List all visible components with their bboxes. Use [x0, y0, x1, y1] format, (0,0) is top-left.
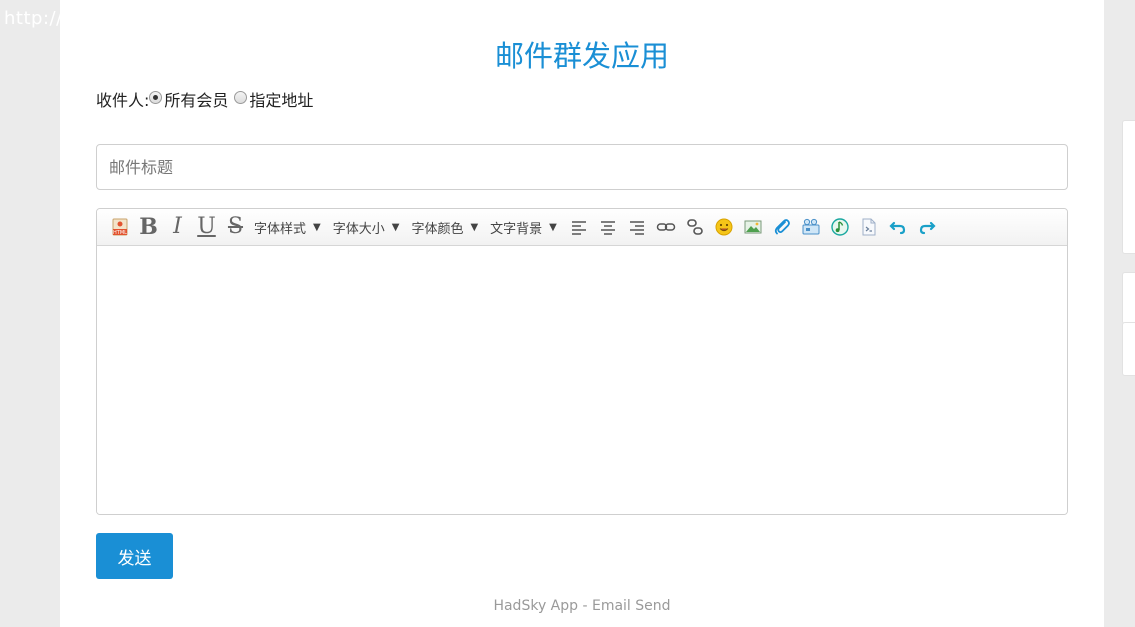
right-side-widget[interactable]	[1122, 322, 1135, 376]
bold-icon: B	[139, 214, 158, 240]
bold-button[interactable]: B	[134, 213, 163, 241]
align-left-icon	[572, 221, 587, 235]
align-right-button[interactable]	[623, 213, 652, 241]
emoji-button[interactable]	[710, 213, 739, 241]
underline-button[interactable]: U	[192, 213, 221, 241]
link-icon	[657, 223, 676, 231]
radio-all-members[interactable]	[149, 91, 163, 104]
video-icon	[802, 218, 820, 235]
editor-toolbar: HTML B I U S 字体样式 ▼ 字体大小 ▼ 字体颜色 ▼ 文字背景 ▼	[97, 209, 1067, 246]
font-size-dropdown[interactable]: 字体大小 ▼	[329, 213, 408, 241]
text-background-label: 文字背景	[490, 221, 543, 237]
video-button[interactable]	[797, 213, 826, 241]
recipient-option-specified-address[interactable]: 指定地址	[234, 87, 313, 111]
rich-text-editor: HTML B I U S 字体样式 ▼ 字体大小 ▼ 字体颜色 ▼ 文字背景 ▼	[96, 208, 1068, 515]
radio-specified-address[interactable]	[234, 91, 248, 104]
background-url-text: http://	[4, 8, 63, 29]
align-center-button[interactable]	[594, 213, 623, 241]
music-icon	[831, 218, 850, 236]
font-style-label: 字体样式	[254, 221, 307, 237]
redo-icon	[920, 221, 936, 235]
email-panel: 邮件群发应用 收件人: 所有会员 指定地址 HTML B	[60, 0, 1104, 627]
strikethrough-button[interactable]: S	[221, 213, 250, 241]
dropdown-arrow-icon: ▼	[470, 221, 479, 233]
font-style-dropdown[interactable]: 字体样式 ▼	[250, 213, 329, 241]
svg-text:HTML: HTML	[113, 230, 127, 236]
footer-text: HadSky App - Email Send	[493, 598, 671, 614]
font-color-dropdown[interactable]: 字体颜色 ▼	[407, 213, 486, 241]
align-right-icon	[630, 221, 645, 235]
align-center-icon	[601, 221, 616, 235]
italic-button[interactable]: I	[163, 213, 192, 241]
unlink-icon	[687, 219, 704, 235]
send-button[interactable]: 发送	[96, 533, 173, 579]
emoji-icon	[715, 218, 733, 236]
text-background-dropdown[interactable]: 文字背景 ▼	[486, 213, 565, 241]
undo-button[interactable]	[884, 213, 913, 241]
code-icon	[862, 218, 876, 236]
align-left-button[interactable]	[565, 213, 594, 241]
strikethrough-icon: S	[227, 214, 244, 239]
attachment-button[interactable]	[768, 213, 797, 241]
italic-icon: I	[173, 214, 182, 239]
image-icon	[744, 220, 762, 234]
recipients-row: 收件人: 所有会员 指定地址	[96, 87, 313, 111]
code-button[interactable]	[855, 213, 884, 241]
html-source-button[interactable]: HTML	[105, 213, 134, 241]
dropdown-arrow-icon: ▼	[313, 221, 321, 233]
dropdown-arrow-icon: ▼	[549, 221, 557, 233]
redo-button[interactable]	[913, 213, 942, 241]
attachment-icon	[775, 219, 791, 235]
link-button[interactable]	[652, 213, 681, 241]
font-size-label: 字体大小	[332, 221, 385, 237]
unlink-button[interactable]	[681, 213, 710, 241]
radio-all-members-label: 所有会员	[164, 91, 229, 110]
recipient-option-all-members[interactable]: 所有会员	[149, 87, 228, 111]
html-source-icon: HTML	[112, 218, 127, 236]
right-side-widget[interactable]	[1122, 272, 1135, 324]
right-side-widget[interactable]	[1122, 120, 1135, 254]
page-title: 邮件群发应用	[494, 39, 669, 74]
editor-content-area[interactable]	[97, 246, 1067, 514]
radio-specified-address-label: 指定地址	[249, 91, 314, 110]
subject-input[interactable]	[96, 144, 1068, 190]
dropdown-arrow-icon: ▼	[391, 221, 400, 233]
image-button[interactable]	[739, 213, 768, 241]
font-color-label: 字体颜色	[411, 221, 464, 237]
recipients-label: 收件人:	[96, 91, 150, 110]
underline-icon: U	[197, 214, 216, 239]
music-button[interactable]	[826, 213, 855, 241]
undo-icon	[889, 221, 906, 235]
